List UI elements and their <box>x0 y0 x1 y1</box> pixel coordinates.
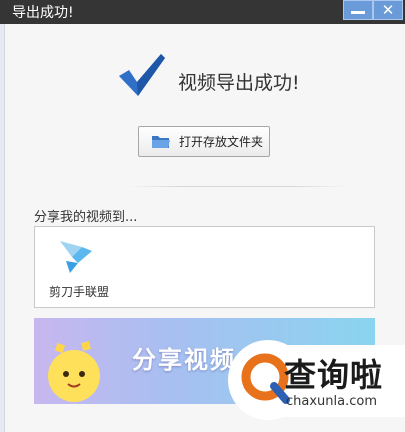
title-bar[interactable]: 导出成功! ✕ <box>0 0 405 24</box>
minimize-icon <box>351 10 365 14</box>
share-target-label: 剪刀手联盟 <box>49 285 110 299</box>
share-targets-panel: 剪刀手联盟 <box>34 226 375 308</box>
open-folder-button[interactable]: 打开存放文件夹 <box>138 126 270 157</box>
close-button[interactable]: ✕ <box>373 0 403 20</box>
banner-text: 分享视频 <box>132 346 236 374</box>
share-heading: 分享我的视频到... <box>34 210 138 225</box>
export-success-dialog: 导出成功! ✕ 视频导出成功! 打开存放文件夹 分享我的视频到... 剪刀手联盟 <box>0 0 405 432</box>
watermark-domain: chaxunla.com <box>286 394 377 409</box>
close-icon: ✕ <box>381 0 395 19</box>
open-folder-label: 打开存放文件夹 <box>179 135 264 149</box>
success-message: 视频导出成功! <box>178 72 300 94</box>
watermark-title: 查询啦 <box>284 356 384 394</box>
folder-icon <box>152 135 170 148</box>
jiandao-app-icon <box>60 241 92 273</box>
window-title: 导出成功! <box>12 5 74 21</box>
minimize-button[interactable] <box>343 0 373 20</box>
checkmark-icon <box>119 54 165 96</box>
sun-mascot-icon <box>48 341 100 402</box>
divider <box>128 186 348 187</box>
left-edge <box>0 24 5 432</box>
